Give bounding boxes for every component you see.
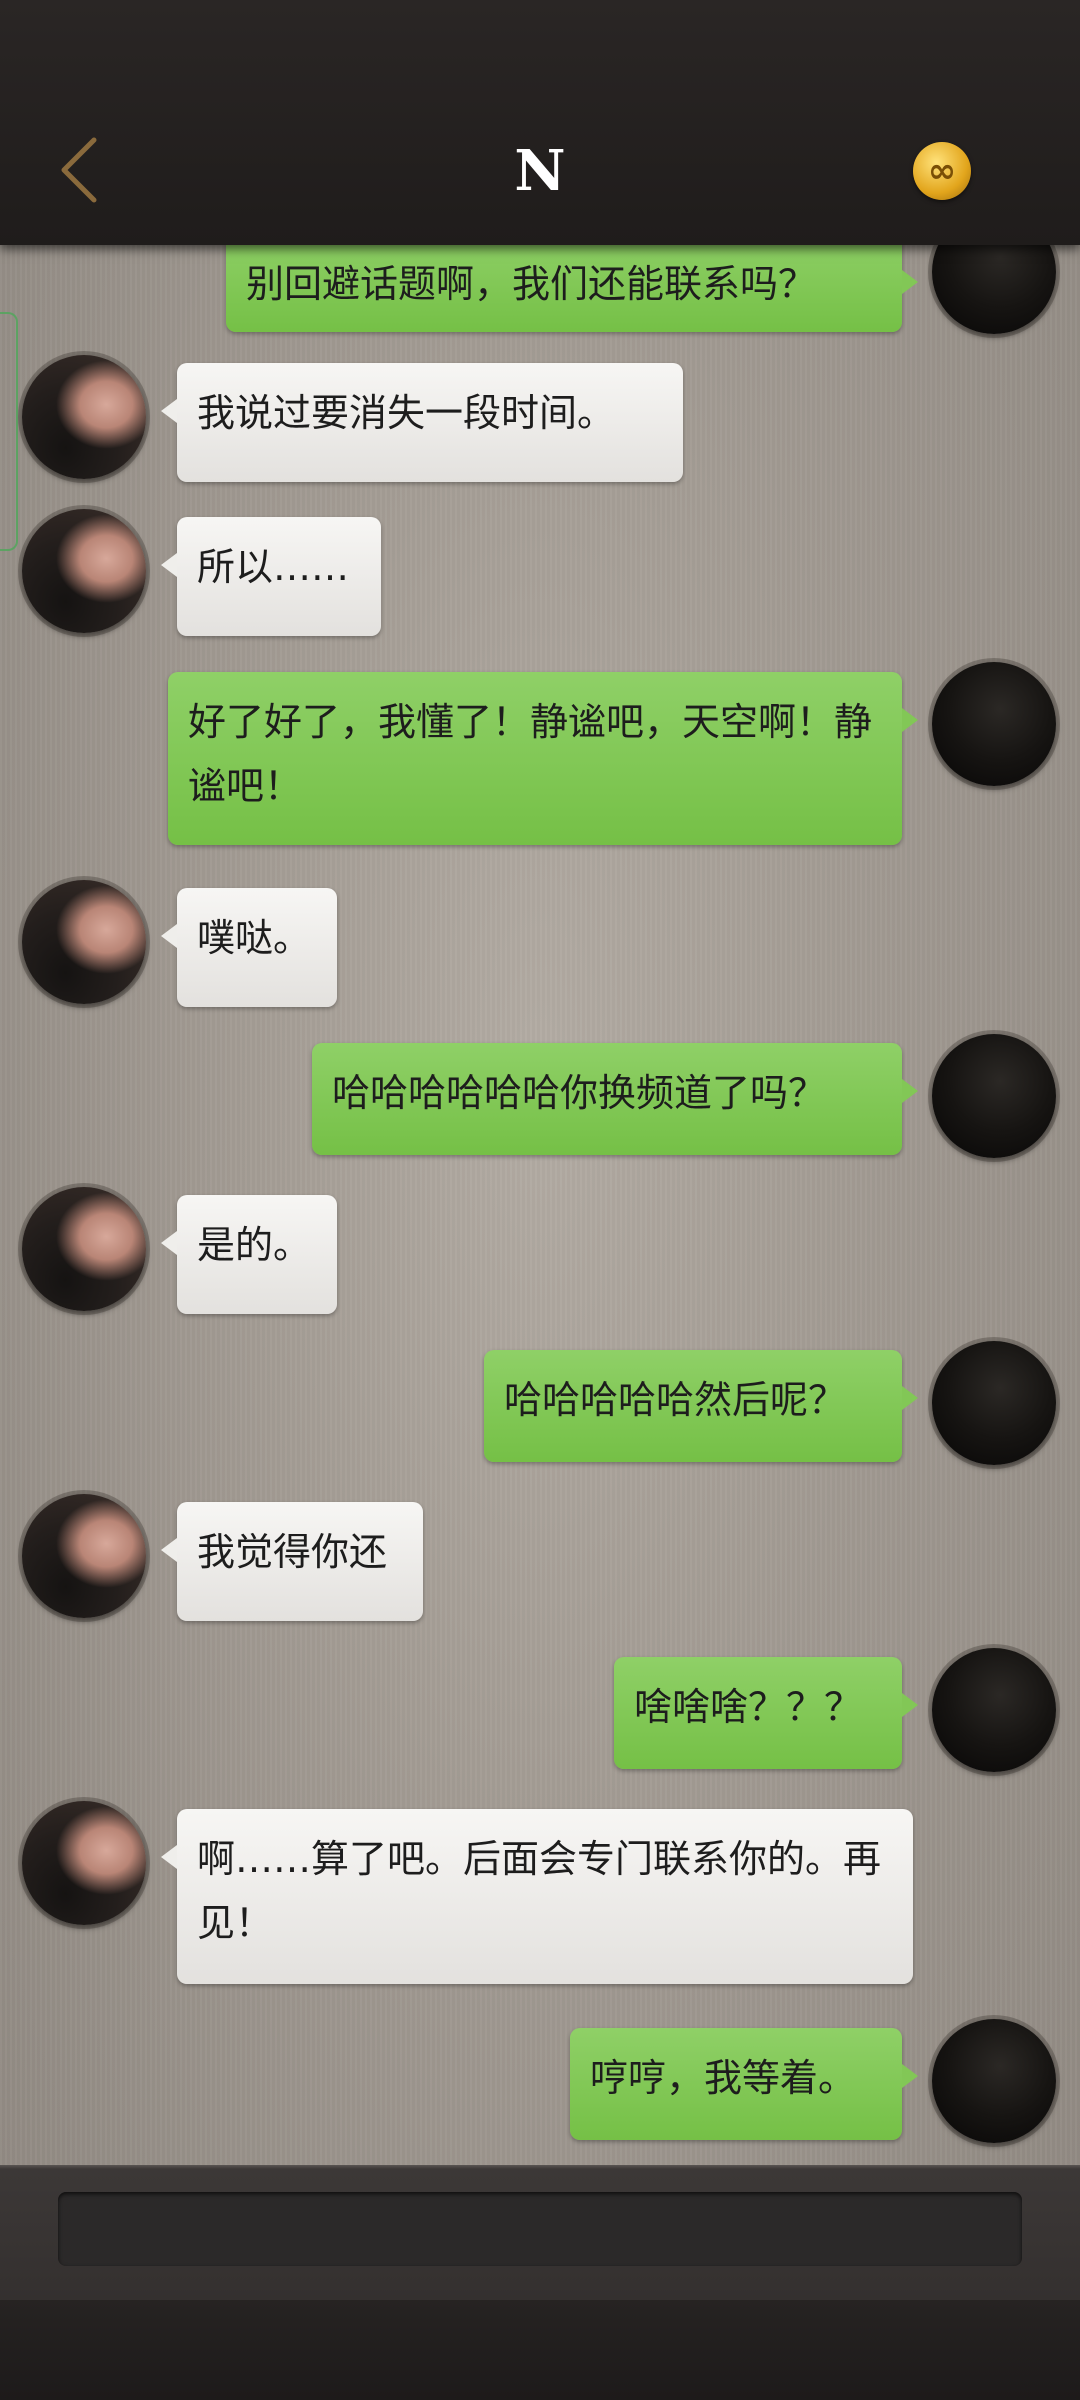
contact-avatar[interactable]: [22, 1187, 146, 1311]
my-avatar[interactable]: [932, 1648, 1056, 1772]
message-bubble-incoming[interactable]: 所以……: [161, 517, 381, 636]
chat-area[interactable]: 别回避话题啊，我们还能联系吗？ 我说过要消失一段时间。 所以…… 好了好了，我懂…: [0, 0, 1080, 2165]
side-pull-tab[interactable]: [0, 312, 18, 551]
my-avatar[interactable]: [932, 1341, 1056, 1465]
my-avatar[interactable]: [932, 2019, 1056, 2143]
message-bubble-outgoing[interactable]: 哈哈哈哈哈然后呢？: [484, 1350, 918, 1462]
message-bubble-outgoing[interactable]: 啥啥啥？？？: [614, 1657, 918, 1769]
contact-avatar[interactable]: [22, 509, 146, 633]
contact-avatar[interactable]: [22, 1494, 146, 1618]
message-bubble-outgoing[interactable]: 好了好了，我懂了！静谧吧，天空啊！静谧吧！: [168, 672, 918, 845]
contact-avatar[interactable]: [22, 1801, 146, 1925]
infinity-badge-button[interactable]: ∞: [913, 142, 971, 200]
composer-bar: [0, 2165, 1080, 2400]
my-avatar[interactable]: [932, 662, 1056, 786]
message-bubble-outgoing[interactable]: 别回避话题啊，我们还能联系吗？: [226, 234, 918, 332]
contact-avatar[interactable]: [22, 880, 146, 1004]
message-input[interactable]: [58, 2192, 1022, 2266]
message-bubble-incoming[interactable]: 噗哒。: [161, 888, 337, 1007]
my-avatar[interactable]: [932, 1034, 1056, 1158]
message-bubble-incoming[interactable]: 是的。: [161, 1195, 337, 1314]
infinity-icon: ∞: [927, 151, 957, 191]
message-bubble-incoming[interactable]: 我说过要消失一段时间。: [161, 363, 683, 482]
top-bar: N ∞: [0, 0, 1080, 245]
contact-avatar[interactable]: [22, 355, 146, 479]
message-bubble-outgoing[interactable]: 哼哼，我等着。: [570, 2028, 918, 2140]
message-bubble-incoming[interactable]: 我觉得你还: [161, 1502, 423, 1621]
message-bubble-incoming[interactable]: 啊……算了吧。后面会专门联系你的。再见！: [161, 1809, 913, 1984]
bottom-panel: [0, 2300, 1080, 2400]
message-bubble-outgoing[interactable]: 哈哈哈哈哈哈你换频道了吗？: [312, 1043, 918, 1155]
